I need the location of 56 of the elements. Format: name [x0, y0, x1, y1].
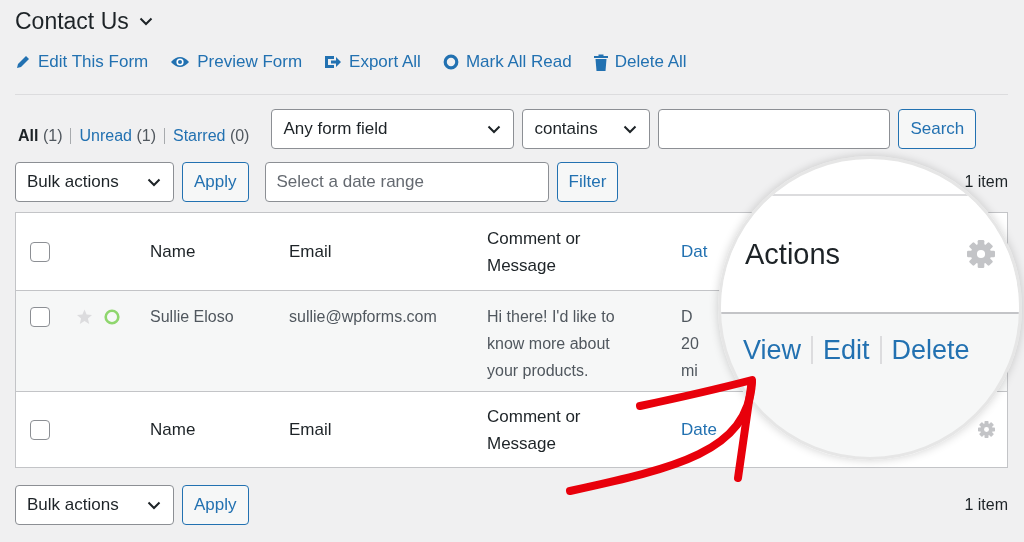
toolbar-link[interactable]: Delete All: [593, 52, 687, 72]
filter-button[interactable]: Filter: [556, 162, 619, 202]
table-cell-text: D: [681, 307, 693, 327]
eye-icon: [170, 55, 191, 69]
toolbar-link[interactable]: Edit This Form: [15, 52, 149, 72]
toolbar-link[interactable]: Mark All Read: [442, 52, 572, 72]
table-cell-text: 20: [681, 334, 699, 354]
operator-dropdown[interactable]: contains: [522, 109, 651, 149]
field-dropdown[interactable]: Any form field: [271, 109, 515, 149]
apply-button[interactable]: Apply: [182, 162, 249, 202]
item-count: 1 item: [964, 496, 1008, 514]
table-cell-text: sullie@wpforms.com: [289, 307, 438, 327]
pencil-icon: [15, 54, 31, 70]
export-icon: [324, 54, 343, 70]
gear-icon[interactable]: [967, 240, 995, 268]
chevron-down-icon: [138, 16, 153, 26]
row-action-link[interactable]: View: [743, 336, 812, 364]
chevron-down-icon: [623, 124, 638, 134]
date-range-field[interactable]: Select a date range: [264, 162, 549, 202]
search-field[interactable]: [658, 109, 891, 149]
form-title: Contact Us: [15, 7, 129, 35]
table-cell-text: Sullie Eloso: [150, 307, 235, 327]
chevron-down-icon: [147, 177, 161, 187]
column-header: Name: [150, 419, 197, 441]
table-cell-text: mi: [681, 361, 698, 381]
column-header: Actions: [745, 237, 841, 271]
column-header-link[interactable]: Dat: [681, 241, 708, 262]
view-filter-link[interactable]: Starred (0): [163, 128, 258, 144]
column-header: Comment or Message: [487, 227, 582, 277]
column-header: Email: [289, 241, 333, 263]
read-status-icon[interactable]: [104, 308, 120, 325]
chevron-down-icon: [487, 124, 502, 134]
checkbox[interactable]: [30, 241, 50, 262]
chevron-down-icon: [147, 500, 161, 510]
column-header: Email: [289, 419, 333, 441]
search-button[interactable]: Search: [898, 109, 977, 149]
view-filter-link[interactable]: All (1): [15, 128, 71, 144]
row-action-link[interactable]: Delete: [879, 336, 980, 364]
table-cell-text: Hi there! I'd like to know more about your products.: [487, 307, 616, 381]
star-icon[interactable]: [76, 308, 93, 325]
view-filter-link[interactable]: Unread (1): [70, 128, 164, 144]
bulk-actions-dropdown[interactable]: Bulk actions: [15, 485, 174, 525]
apply-button[interactable]: Apply: [182, 485, 249, 525]
row-action-link[interactable]: Edit: [811, 336, 880, 364]
checkbox[interactable]: [30, 419, 50, 440]
circle-icon: [442, 54, 459, 70]
column-header: Comment or Message: [487, 405, 582, 455]
item-count: 1 item: [964, 173, 1008, 191]
gear-icon[interactable]: [978, 421, 995, 438]
bulk-actions-dropdown[interactable]: Bulk actions: [15, 162, 174, 202]
column-header-link[interactable]: Date: [681, 419, 717, 440]
checkbox[interactable]: [30, 306, 50, 327]
column-header: Name: [150, 241, 197, 263]
toolbar-link[interactable]: Export All: [324, 52, 421, 72]
toolbar-link[interactable]: Preview Form: [170, 52, 303, 72]
trash-icon: [593, 53, 608, 71]
